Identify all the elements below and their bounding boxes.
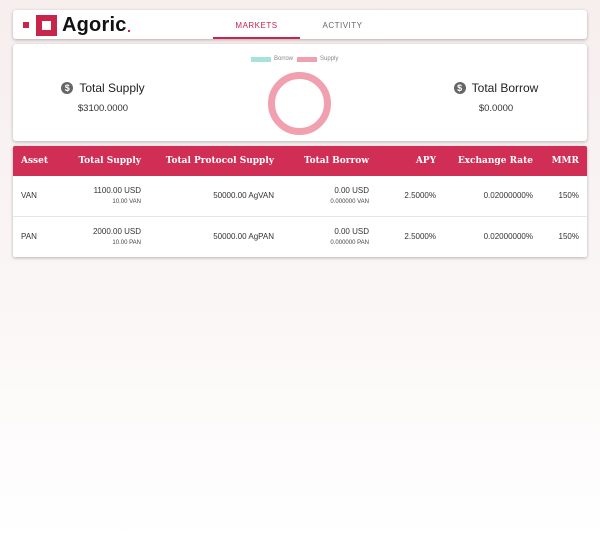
cell-asset: PAN bbox=[21, 231, 37, 241]
brand-period-icon bbox=[127, 30, 130, 32]
legend-item-borrow[interactable]: Borrow bbox=[251, 56, 293, 62]
supply-borrow-donut[interactable] bbox=[267, 71, 332, 136]
total-borrow-label: Total Borrow bbox=[471, 81, 539, 95]
total-borrow-usd: 0.00 USD bbox=[334, 226, 369, 236]
brand-name: Agoric bbox=[62, 14, 127, 36]
cell-exchange-rate: 0.02000000% bbox=[483, 231, 533, 241]
cell-protocol-supply: 50000.00 AgPAN bbox=[213, 231, 274, 241]
brand-logo[interactable]: Agoric bbox=[23, 14, 130, 36]
total-borrow-asset: 0.000000 PAN bbox=[330, 239, 369, 246]
legend-item-supply[interactable]: Supply bbox=[297, 56, 338, 62]
col-apy[interactable]: APY bbox=[377, 146, 444, 176]
cell-mmr: 150% bbox=[558, 231, 579, 241]
markets-table-card: Asset Total Supply Total Protocol Supply… bbox=[13, 146, 587, 257]
cell-total-borrow: 0.00 USD 0.000000 PAN bbox=[282, 216, 377, 256]
markets-table: Asset Total Supply Total Protocol Supply… bbox=[13, 146, 587, 256]
tab-activity[interactable]: ACTIVITY bbox=[299, 10, 386, 39]
agoric-logo-icon bbox=[36, 14, 57, 36]
tab-markets[interactable]: MARKETS bbox=[213, 10, 300, 39]
total-supply-value: $3100.0000 bbox=[77, 103, 129, 114]
table-header-row: Asset Total Supply Total Protocol Supply… bbox=[13, 146, 587, 176]
cell-total-borrow: 0.00 USD 0.000000 VAN bbox=[282, 176, 377, 216]
cell-apy: 2.5000% bbox=[404, 231, 436, 241]
chart-legend: Borrow Supply bbox=[251, 56, 342, 62]
logo-dot-icon bbox=[23, 22, 29, 28]
col-total-borrow[interactable]: Total Borrow bbox=[282, 146, 377, 176]
total-supply-label: Total Supply bbox=[79, 81, 145, 95]
cell-total-supply: 1100.00 USD 10.00 VAN bbox=[63, 176, 149, 216]
legend-swatch-supply bbox=[297, 56, 318, 62]
cell-asset: VAN bbox=[21, 191, 37, 201]
table-row[interactable]: PAN 2000.00 USD 10.00 PAN 50000.00 AgPAN… bbox=[13, 216, 587, 256]
total-supply-usd: 1100.00 USD bbox=[93, 186, 141, 196]
cell-mmr: 150% bbox=[558, 191, 579, 201]
legend-swatch-borrow bbox=[251, 56, 271, 62]
cell-protocol-supply: 50000.00 AgVAN bbox=[213, 191, 274, 201]
col-total-supply[interactable]: Total Supply bbox=[63, 146, 149, 176]
table-row[interactable]: VAN 1100.00 USD 10.00 VAN 50000.00 AgVAN… bbox=[13, 176, 587, 216]
total-borrow-value: $0.0000 bbox=[478, 103, 514, 114]
total-borrow-usd: 0.00 USD bbox=[334, 186, 369, 196]
col-asset[interactable]: Asset bbox=[13, 146, 63, 176]
col-total-protocol-supply[interactable]: Total Protocol Supply bbox=[149, 146, 282, 176]
summary-card: $ Total Supply $3100.0000 Borrow Supply … bbox=[13, 44, 587, 141]
legend-label-borrow: Borrow bbox=[274, 56, 294, 62]
col-exchange-rate[interactable]: Exchange Rate bbox=[444, 146, 541, 176]
dollar-icon: $ bbox=[61, 82, 74, 94]
total-supply-asset: 10.00 VAN bbox=[112, 199, 141, 206]
col-mmr[interactable]: MMR bbox=[541, 146, 587, 176]
cell-apy: 2.5000% bbox=[404, 191, 436, 201]
cell-exchange-rate: 0.02000000% bbox=[483, 191, 533, 201]
total-supply-stat: $ Total Supply $3100.0000 bbox=[13, 81, 193, 114]
total-supply-asset: 10.00 PAN bbox=[112, 239, 141, 246]
total-supply-usd: 2000.00 USD bbox=[92, 226, 141, 236]
total-borrow-asset: 0.000000 VAN bbox=[330, 199, 369, 206]
total-borrow-stat: $ Total Borrow $0.0000 bbox=[406, 81, 586, 114]
app-bar: Agoric MARKETS ACTIVITY bbox=[13, 10, 587, 39]
legend-label-supply: Supply bbox=[320, 56, 339, 62]
dollar-icon: $ bbox=[453, 82, 466, 94]
donut-slice-supply bbox=[268, 72, 331, 135]
cell-total-supply: 2000.00 USD 10.00 PAN bbox=[63, 216, 149, 256]
